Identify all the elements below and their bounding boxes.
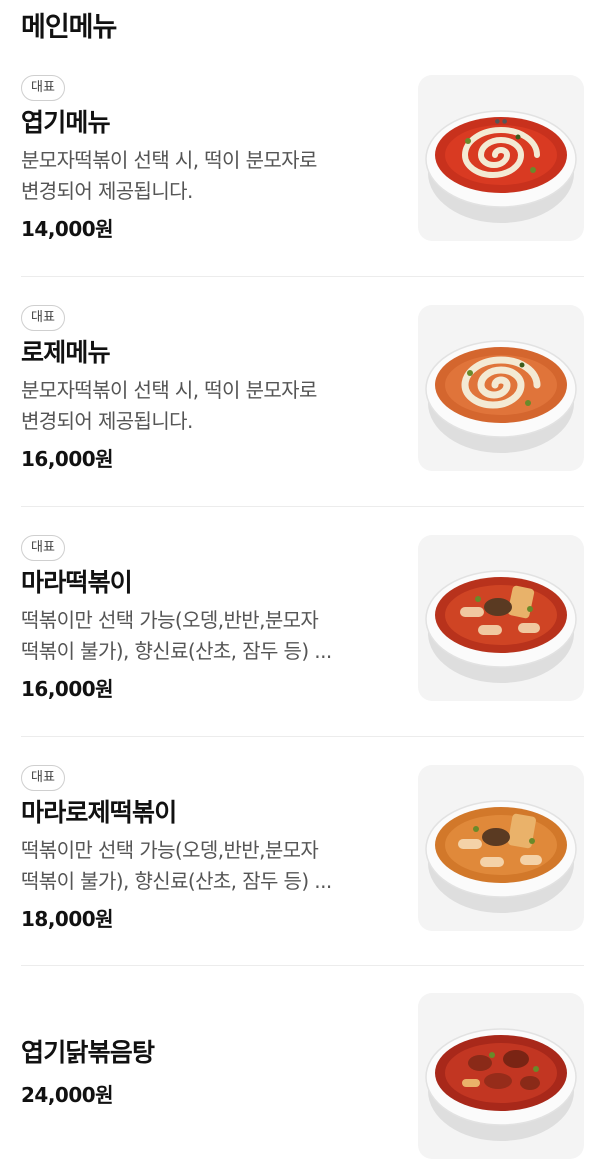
menu-info: 대표 로제메뉴 분모자떡볶이 선택 시, 떡이 분모자로 변경되어 제공됩니다.… xyxy=(21,305,401,473)
menu-price: 16,000원 xyxy=(21,677,114,701)
menu-info: 대표 마라로제떡볶이 떡볶이만 선택 가능(오뎅,반반,분모자 떡볶이 불가),… xyxy=(21,765,401,933)
signature-badge: 대표 xyxy=(21,535,65,561)
divider xyxy=(21,276,584,277)
divider xyxy=(21,965,584,966)
menu-description: 분모자떡볶이 선택 시, 떡이 분모자로 변경되어 제공됩니다. xyxy=(21,375,397,437)
menu-description-line: 떡볶이만 선택 가능(오뎅,반반,분모자 xyxy=(21,608,319,632)
section-title: 메인메뉴 xyxy=(21,12,117,43)
menu-image-rose-cream-bowl[interactable] xyxy=(418,305,584,471)
menu-item-mala-rose[interactable]: 대표 마라로제떡볶이 떡볶이만 선택 가능(오뎅,반반,분모자 떡볶이 불가),… xyxy=(21,765,584,933)
menu-image-chicken-bowl[interactable] xyxy=(418,993,584,1159)
menu-name: 마라로제떡볶이 xyxy=(21,798,177,827)
menu-info: 대표 엽기메뉴 분모자떡볶이 선택 시, 떡이 분모자로 변경되어 제공됩니다.… xyxy=(21,75,401,243)
signature-badge: 대표 xyxy=(21,305,65,331)
menu-price: 14,000원 xyxy=(21,217,114,241)
menu-description-line: 떡볶이 불가), 향신료(산초, 잠두 등) ... xyxy=(21,639,332,663)
menu-image-mala-bowl[interactable] xyxy=(418,535,584,701)
menu-description-line: 떡볶이 불가), 향신료(산초, 잠두 등) ... xyxy=(21,869,332,893)
menu-description: 떡볶이만 선택 가능(오뎅,반반,분모자 떡볶이 불가), 향신료(산초, 잠두… xyxy=(21,835,397,897)
menu-name: 엽기닭볶음탕 xyxy=(21,1038,155,1067)
signature-badge: 대표 xyxy=(21,765,65,791)
menu-description-line: 떡볶이만 선택 가능(오뎅,반반,분모자 xyxy=(21,838,319,862)
menu-item-dakbokkeumtang[interactable]: 엽기닭볶음탕 24,000원 xyxy=(21,993,584,1161)
menu-image-mala-rose-bowl[interactable] xyxy=(418,765,584,931)
menu-price: 18,000원 xyxy=(21,907,114,931)
menu-price: 24,000원 xyxy=(21,1083,114,1107)
menu-description-line: 분모자떡볶이 선택 시, 떡이 분모자로 xyxy=(21,148,317,172)
menu-description-line: 변경되어 제공됩니다. xyxy=(21,409,193,433)
menu-image-rose-spicy-bowl[interactable]: ● ● xyxy=(418,75,584,241)
svg-text:● ●: ● ● xyxy=(495,118,507,125)
menu-description: 분모자떡볶이 선택 시, 떡이 분모자로 변경되어 제공됩니다. xyxy=(21,145,397,207)
menu-name: 엽기메뉴 xyxy=(21,108,111,137)
menu-price: 16,000원 xyxy=(21,447,114,471)
menu-item-yeopgi[interactable]: 대표 엽기메뉴 분모자떡볶이 선택 시, 떡이 분모자로 변경되어 제공됩니다.… xyxy=(21,75,584,243)
menu-item-mala[interactable]: 대표 마라떡볶이 떡볶이만 선택 가능(오뎅,반반,분모자 떡볶이 불가), 향… xyxy=(21,535,584,703)
divider xyxy=(21,506,584,507)
divider xyxy=(21,736,584,737)
menu-info: 엽기닭볶음탕 24,000원 xyxy=(21,993,401,1161)
menu-item-rose[interactable]: 대표 로제메뉴 분모자떡볶이 선택 시, 떡이 분모자로 변경되어 제공됩니다.… xyxy=(21,305,584,473)
menu-description: 떡볶이만 선택 가능(오뎅,반반,분모자 떡볶이 불가), 향신료(산초, 잠두… xyxy=(21,605,397,667)
signature-badge: 대표 xyxy=(21,75,65,101)
menu-name: 마라떡볶이 xyxy=(21,568,133,597)
menu-description-line: 변경되어 제공됩니다. xyxy=(21,179,193,203)
menu-name: 로제메뉴 xyxy=(21,338,111,367)
menu-description-line: 분모자떡볶이 선택 시, 떡이 분모자로 xyxy=(21,378,317,402)
menu-info: 대표 마라떡볶이 떡볶이만 선택 가능(오뎅,반반,분모자 떡볶이 불가), 향… xyxy=(21,535,401,703)
